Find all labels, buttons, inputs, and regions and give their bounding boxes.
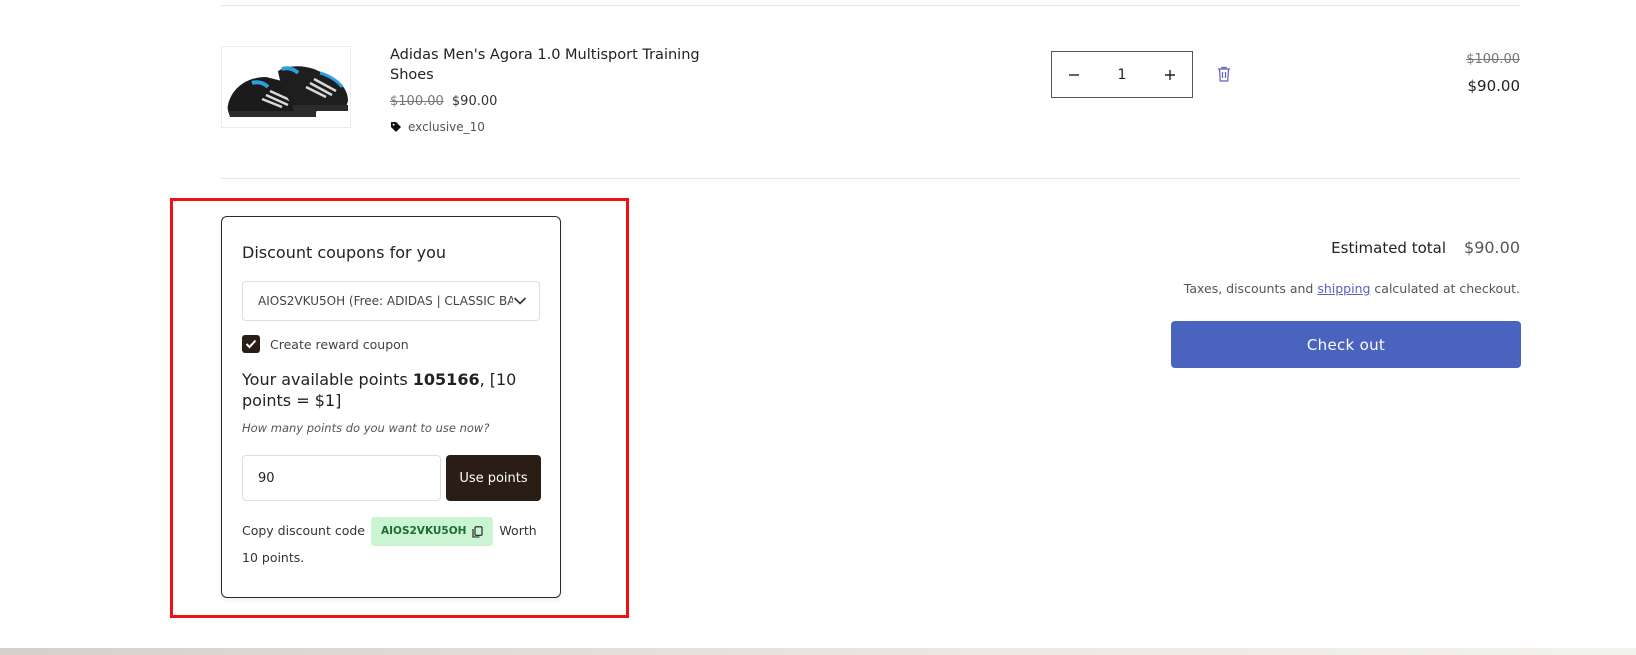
create-reward-label: Create reward coupon xyxy=(270,336,409,352)
estimated-total-label: Estimated total xyxy=(1331,239,1447,257)
points-prefix: Your available points xyxy=(242,370,408,389)
discount-code-chip[interactable]: AIOS2VKU5OH xyxy=(370,517,494,546)
plus-icon[interactable] xyxy=(1158,63,1182,87)
checkmark-icon xyxy=(245,339,257,349)
product-image[interactable] xyxy=(221,46,351,128)
quantity-stepper: 1 xyxy=(1051,51,1193,98)
line-old-price: $100.00 xyxy=(1466,52,1520,67)
discount-tag: exclusive_10 xyxy=(390,120,485,134)
tax-note-suffix: calculated at checkout. xyxy=(1374,281,1520,296)
shipping-link[interactable]: shipping xyxy=(1317,281,1370,296)
quantity-value[interactable]: 1 xyxy=(1118,67,1127,83)
footer-strip xyxy=(0,648,1636,655)
chevron-down-icon xyxy=(513,297,527,305)
estimated-total-value: $90.00 xyxy=(1464,238,1520,257)
discount-coupons-panel: Discount coupons for you AIOS2VKU5OH (Fr… xyxy=(221,216,561,598)
coupon-select[interactable]: AIOS2VKU5OH (Free: ADIDAS | CLASSIC BACK… xyxy=(242,281,540,321)
section-divider xyxy=(221,178,1521,179)
discount-tag-label: exclusive_10 xyxy=(408,120,485,134)
trash-icon[interactable] xyxy=(1217,66,1231,86)
points-value: 105166 xyxy=(412,370,480,389)
top-divider xyxy=(221,5,1521,6)
line-price: $90.00 xyxy=(1467,77,1521,95)
panel-title: Discount coupons for you xyxy=(242,243,447,262)
product-old-price: $100.00 xyxy=(390,94,444,109)
tax-note-prefix: Taxes, discounts and xyxy=(1183,281,1314,296)
tax-note: Taxes, discounts and shipping calculated… xyxy=(1184,281,1520,296)
use-points-button[interactable]: Use points xyxy=(446,455,541,501)
shoe-image xyxy=(222,47,350,127)
copy-icon xyxy=(472,525,483,538)
create-reward-checkbox[interactable] xyxy=(242,335,260,353)
tag-icon xyxy=(391,122,401,132)
available-points: Your available points 105166, [10 points… xyxy=(242,369,542,411)
minus-icon[interactable] xyxy=(1062,63,1086,87)
checkout-button[interactable]: Check out xyxy=(1171,321,1521,368)
estimated-total: Estimated total $90.00 xyxy=(1331,238,1520,257)
points-input[interactable] xyxy=(242,455,441,501)
discount-code: AIOS2VKU5OH xyxy=(380,525,467,537)
points-question: How many points do you want to use now? xyxy=(242,421,490,435)
coupon-select-value: AIOS2VKU5OH (Free: ADIDAS | CLASSIC BACK… xyxy=(258,294,513,308)
copy-code-row: Copy discount code AIOS2VKU5OH Worth 10 … xyxy=(242,517,547,569)
product-price: $90.00 xyxy=(451,94,498,109)
create-reward-row: Create reward coupon xyxy=(242,335,409,353)
product-prices: $100.00 $90.00 xyxy=(390,94,497,109)
product-title[interactable]: Adidas Men's Agora 1.0 Multisport Traini… xyxy=(390,45,710,85)
copy-prefix: Copy discount code xyxy=(242,523,365,538)
